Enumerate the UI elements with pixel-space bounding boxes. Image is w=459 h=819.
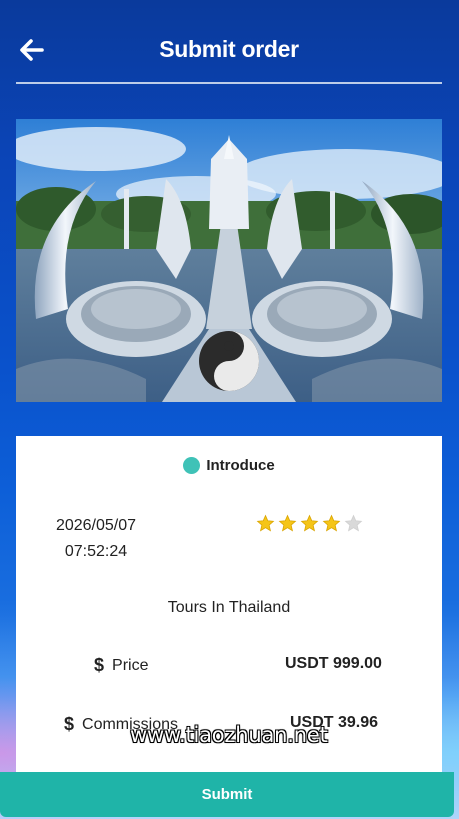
- product-name: Tours In Thailand: [167, 599, 291, 616]
- price-label: Price: [112, 656, 149, 674]
- price-label-group: $ Price: [94, 655, 148, 676]
- price-row: $ Price USDT 999.00: [16, 655, 442, 679]
- watermark-text: www.tiaozhuan.net: [130, 723, 328, 747]
- product-image: [16, 119, 442, 402]
- star-filled-icon: [322, 514, 341, 532]
- section-label: Introduce: [206, 457, 275, 474]
- dot-icon: [183, 457, 201, 474]
- page-title: Submit order: [159, 36, 299, 62]
- order-date: 2026/05/07: [55, 517, 137, 534]
- star-filled-icon: [256, 514, 275, 532]
- star-filled-icon: [278, 514, 297, 532]
- star-empty-icon: [344, 514, 363, 532]
- rating-stars: [256, 514, 363, 533]
- order-time: 07:52:24: [64, 543, 128, 560]
- star-filled-icon: [300, 514, 319, 532]
- submit-button[interactable]: Submit: [0, 772, 454, 817]
- dollar-icon: $: [94, 655, 105, 675]
- dollar-icon: $: [64, 714, 75, 734]
- price-value: USDT 999.00: [285, 655, 382, 672]
- section-header: Introduce: [16, 457, 442, 474]
- header: Submit order: [16, 0, 442, 84]
- order-datetime: 2026/05/07 07:52:24: [36, 513, 156, 565]
